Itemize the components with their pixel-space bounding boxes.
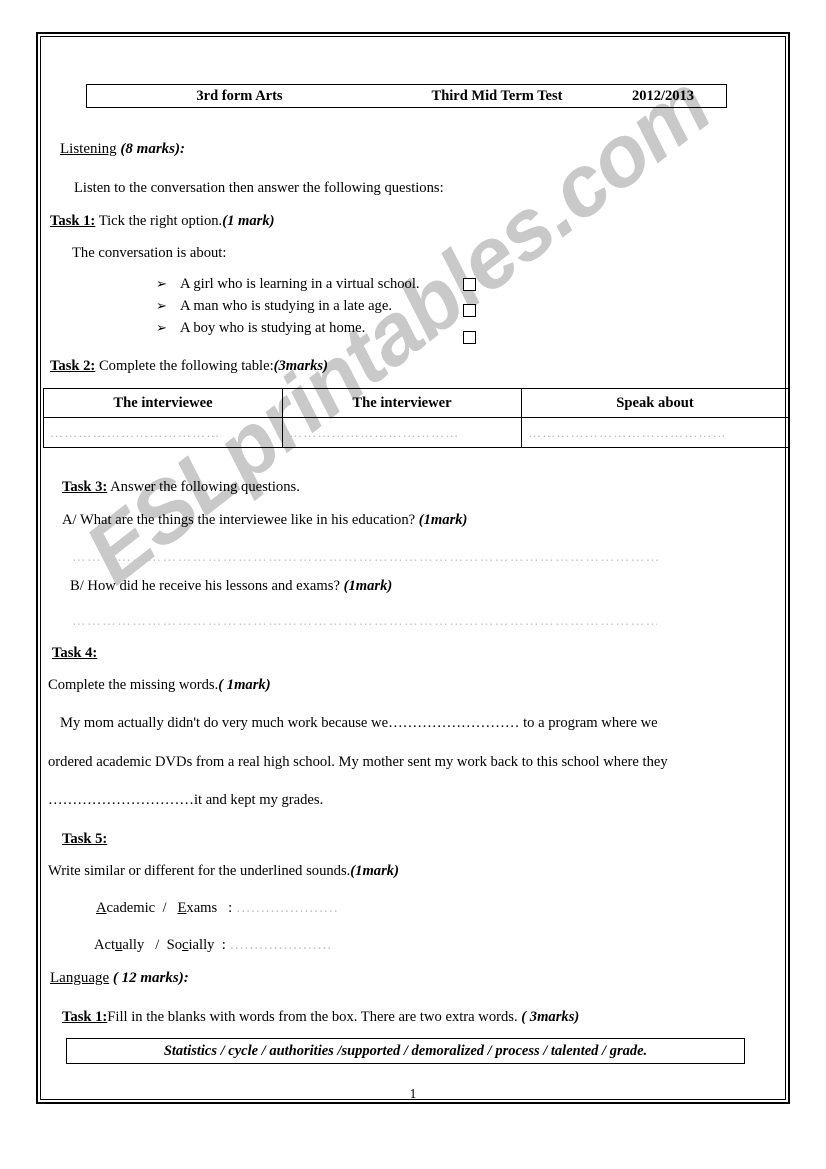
table-row[interactable]: ……………………………… ……………………………… …………………………………… [43, 417, 789, 448]
task5-pair-1: Academic / Exams : ………………… [96, 900, 338, 916]
pair2-word1-pre: Act [94, 937, 116, 953]
column-header-speak-about: Speak about [521, 388, 789, 418]
task4-heading: Task 4: [52, 645, 97, 661]
answer-cell-speak-about[interactable]: …………………………………… [521, 417, 789, 448]
listening-marks: (8 marks): [120, 141, 185, 157]
header-form: 3rd form Arts [196, 87, 283, 104]
pair2-word1-post: ally [122, 937, 145, 953]
pair1-word2-rest: xams [186, 900, 218, 916]
task4-line3-blank[interactable]: ………………………… [48, 792, 194, 808]
answer-cell-interviewer[interactable]: ……………………………… [282, 417, 522, 448]
task4-instruction: Complete the missing words.( 1mark) [48, 677, 271, 693]
header-info-table: 3rd form Arts Third Mid Term Test 2012/2… [86, 84, 727, 108]
task3-question-b-text: B/ How did he receive his lessons and ex… [70, 578, 340, 594]
option-label: A boy who is studying at home. [180, 320, 366, 336]
pair2-word2-pre: So [166, 937, 182, 953]
list-item[interactable]: ➢ A man who is studying in a late age. [156, 298, 420, 320]
task1-language-text: Fill in the blanks with words from the b… [107, 1009, 518, 1025]
task5-marks: (1mark) [350, 863, 399, 879]
task1-language-heading: Task 1:Fill in the blanks with words fro… [62, 1009, 579, 1025]
answer-cell-interviewee[interactable]: ……………………………… [43, 417, 283, 448]
interview-table: The interviewee The interviewer Speak ab… [43, 388, 789, 448]
task3-question-a: A/ What are the things the interviewee l… [62, 512, 467, 528]
checkbox-option-3[interactable] [463, 331, 476, 344]
task4-paragraph-line-2: ordered academic DVDs from a real high s… [48, 754, 668, 770]
task4-marks: ( 1mark) [218, 677, 271, 693]
task4-text: Complete the missing words. [48, 677, 219, 693]
task1-listening-marks: (1 mark) [222, 213, 275, 229]
task5-pair-2: Actually / Socially : ………………… [94, 937, 332, 953]
task4-label: Task 4: [52, 645, 98, 661]
task4-line1-text-a: My mom actually didn't do very much work… [60, 715, 389, 731]
list-item[interactable]: ➢ A girl who is learning in a virtual sc… [156, 276, 420, 298]
listening-instruction: Listen to the conversation then answer t… [74, 180, 444, 196]
listening-label: Listening [60, 141, 117, 157]
task4-paragraph-line-1: My mom actually didn't do very much work… [60, 715, 658, 731]
task2-marks: (3marks) [273, 358, 328, 374]
task1-listening-label: Task 1: [50, 213, 96, 229]
task5-instruction: Write similar or different for the under… [48, 863, 399, 879]
answer-dots: ……………………………… [289, 424, 460, 440]
task1-listening-heading: Task 1: Tick the right option.(1 mark) [50, 213, 275, 229]
task3-question-b: B/ How did he receive his lessons and ex… [70, 578, 392, 594]
table-header-row: The interviewee The interviewer Speak ab… [43, 388, 789, 418]
column-header-interviewer: The interviewer [282, 388, 522, 418]
arrow-bullet-icon: ➢ [156, 277, 167, 292]
task3-answer-line-a[interactable]: …………………………………………………………………………………………………………… [72, 549, 662, 565]
task1-language-label: Task 1: [62, 1009, 108, 1025]
task3-question-a-text: A/ What are the things the interviewee l… [62, 512, 416, 528]
header-year: 2012/2013 [631, 87, 695, 104]
section-heading-listening: Listening (8 marks): [60, 141, 185, 158]
list-item[interactable]: ➢ A boy who is studying at home. [156, 320, 420, 342]
task3-answer-line-b[interactable]: …………………………………………………………………………………………………………… [72, 613, 657, 629]
answer-dots: ……………………………… [50, 424, 221, 440]
task4-line1-blank[interactable]: ……………………… [388, 715, 519, 731]
section-heading-language: Language ( 12 marks): [50, 970, 189, 987]
header-test-name: Third Mid Term Test [431, 87, 563, 104]
task1-prompt: The conversation is about: [72, 245, 227, 261]
pair1-word1-rest: cademic [106, 900, 156, 916]
task2-text: Complete the following table: [98, 358, 274, 374]
worksheet-page: ESLprintables.com 3rd form Arts Third Mi… [0, 0, 826, 1169]
word-bank-box: Statistics / cycle / authorities /suppor… [66, 1038, 745, 1064]
task3-heading: Task 3: Answer the following questions. [62, 479, 300, 495]
checkbox-option-1[interactable] [463, 278, 476, 291]
language-marks: ( 12 marks): [112, 970, 189, 986]
page-number: 1 [409, 1086, 417, 1101]
task3-question-a-marks: (1mark) [418, 512, 468, 528]
pair2-answer-dots[interactable]: ………………… [229, 937, 331, 953]
arrow-bullet-icon: ➢ [156, 299, 167, 314]
pair1-word1-underlined: A [96, 900, 107, 916]
language-label: Language [50, 970, 110, 986]
task4-line3-text: it and kept my grades. [193, 792, 324, 808]
task1-options-list: ➢ A girl who is learning in a virtual sc… [156, 276, 420, 342]
task3-question-b-marks: (1mark) [343, 578, 393, 594]
task2-label: Task 2: [50, 358, 96, 374]
pair1-answer-dots[interactable]: ………………… [236, 900, 338, 916]
task5-text: Write similar or different for the under… [48, 863, 351, 879]
option-label: A man who is studying in a late age. [180, 298, 392, 314]
column-header-interviewee: The interviewee [43, 388, 283, 418]
task5-heading: Task 5: [62, 831, 107, 847]
task1-language-marks: ( 3marks) [521, 1009, 580, 1025]
option-label: A girl who is learning in a virtual scho… [180, 276, 420, 292]
task3-text: Answer the following questions. [110, 479, 300, 495]
task1-listening-text: Tick the right option. [98, 213, 223, 229]
task2-heading: Task 2: Complete the following table:(3m… [50, 358, 328, 374]
page-content: 3rd form Arts Third Mid Term Test 2012/2… [0, 0, 826, 1169]
answer-dots: …………………………………… [528, 424, 727, 440]
task4-paragraph-line-3: …………………………it and kept my grades. [48, 792, 323, 808]
word-bank-text: Statistics / cycle / authorities /suppor… [163, 1042, 648, 1059]
task3-label: Task 3: [62, 479, 108, 495]
task4-line1-text-b: to a program where we [519, 715, 658, 731]
arrow-bullet-icon: ➢ [156, 321, 167, 336]
pair2-word2-post: ially [188, 937, 215, 953]
checkbox-option-2[interactable] [463, 304, 476, 317]
task5-label: Task 5: [62, 831, 108, 847]
